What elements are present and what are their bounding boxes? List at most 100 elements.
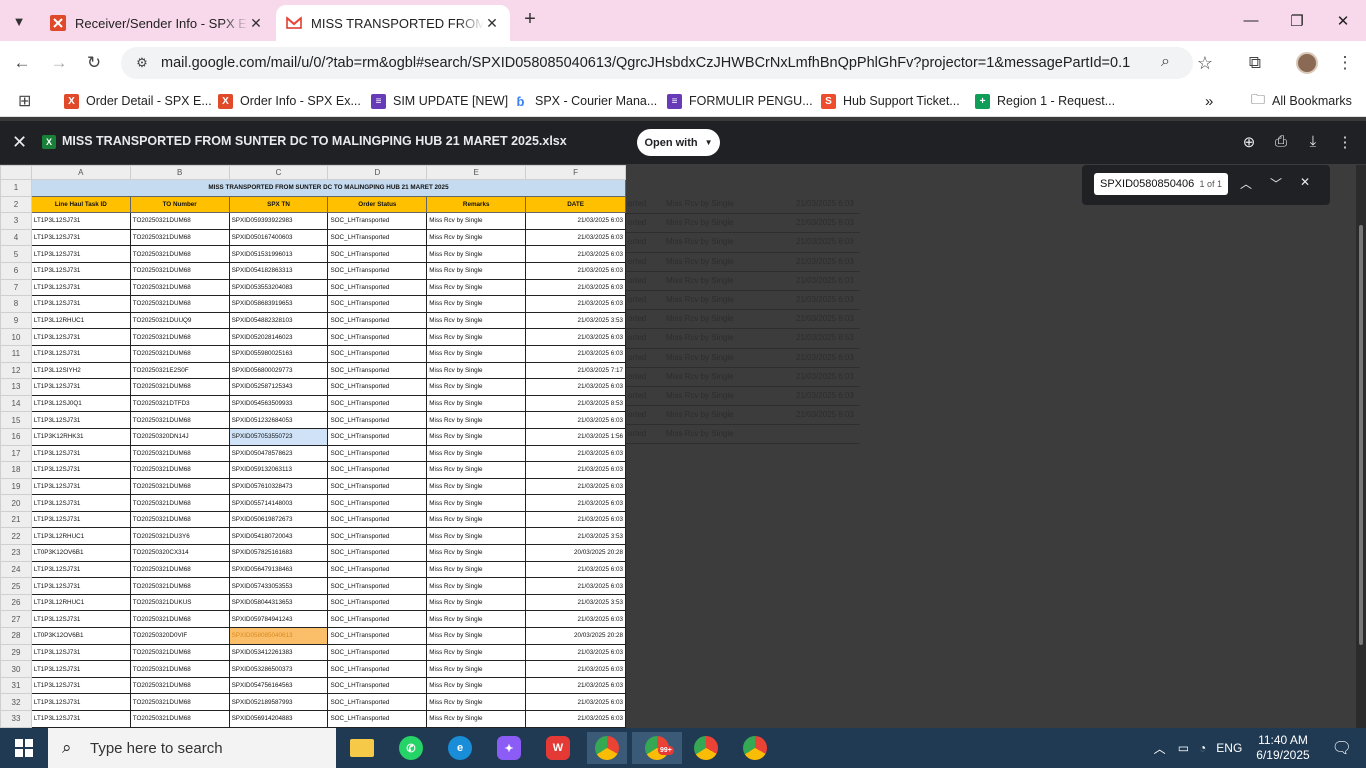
show-hidden-icons-chevron[interactable]: ︿ xyxy=(1154,740,1166,757)
table-cell: TO20250321DUM68 xyxy=(129,344,230,363)
row-number: 26 xyxy=(0,593,32,612)
table-row: 7 LT1P3L12SJ731 TO20250321DUM68 SPXID053553… xyxy=(0,278,626,297)
scrollbar-thumb[interactable] xyxy=(1359,225,1363,645)
extensions-puzzle-icon[interactable]: ⧉ xyxy=(1242,50,1268,76)
print-icon[interactable]: ⎙ xyxy=(1271,133,1291,150)
ghost-cell: 21/03/2025 6:03 xyxy=(796,314,854,324)
table-cell: LT1P3L12SJ731 xyxy=(30,278,131,297)
bookmark-spx-courier[interactable]: ɓ SPX - Courier Mana... xyxy=(513,92,657,110)
reload-icon[interactable]: ↻ xyxy=(81,50,107,76)
table-cell: 21/03/2025 6:03 xyxy=(525,560,626,579)
close-window-icon[interactable]: ✕ xyxy=(1320,0,1366,41)
table-cell: TO20250321DUM68 xyxy=(129,212,230,230)
menu-kebab-icon[interactable]: ⋮ xyxy=(1332,50,1358,76)
table-cell: Miss Rcv by Single xyxy=(426,245,527,263)
bookmark-formulir[interactable]: ≡ FORMULIR PENGU... xyxy=(667,92,813,110)
bookmark-hub-support[interactable]: S Hub Support Ticket... xyxy=(821,92,960,110)
wifi-icon[interactable]: ◔ xyxy=(1199,741,1206,755)
network-display-icon[interactable]: ▭ xyxy=(1178,741,1189,755)
table-cell: SOC_LHTransported xyxy=(327,494,428,512)
table-cell: SOC_LHTransported xyxy=(327,627,428,645)
bookmark-sim-update[interactable]: ≡ SIM UPDATE [NEW] xyxy=(371,92,508,110)
bookmark-region-1[interactable]: + Region 1 - Request... xyxy=(975,92,1115,110)
viewer-header: ✕ X MISS TRANSPORTED FROM SUNTER DC TO M… xyxy=(0,121,1366,164)
row-number: 7 xyxy=(0,278,32,297)
table-cell: SPXID057433053553 xyxy=(228,577,329,595)
table-row: 15 LT1P3L12SJ731 TO20250321DUM68 SPXID05123… xyxy=(0,411,626,429)
whatsapp-icon[interactable]: ✆ xyxy=(391,732,431,764)
zoom-magnifier-icon[interactable]: ⌕ xyxy=(1161,53,1170,71)
add-to-drive-icon[interactable]: ⊕ xyxy=(1239,133,1259,151)
copilot-icon[interactable]: ✦ xyxy=(489,732,529,764)
row-number: 6 xyxy=(0,261,32,280)
clock-date: 6/19/2025 xyxy=(1256,748,1310,762)
wps-office-icon[interactable]: W xyxy=(538,732,578,764)
dropdown-caret-icon: ▼ xyxy=(704,138,713,147)
new-tab-plus-icon[interactable]: + xyxy=(518,8,542,31)
tab-miss-transported[interactable]: MISS TRANSPORTED FROM SUNTER ✕ xyxy=(276,5,510,41)
close-find-icon[interactable]: ✕ xyxy=(1297,175,1313,189)
address-bar[interactable]: ⚙ mail.google.com/mail/u/0/?tab=rm&ogbl#… xyxy=(121,47,1193,79)
edge-icon[interactable]: e xyxy=(440,732,480,764)
apps-grid-icon[interactable]: ⊞ xyxy=(18,92,31,110)
table-cell: Miss Rcv by Single xyxy=(426,560,527,579)
row-number: 31 xyxy=(0,676,32,695)
file-explorer-icon[interactable] xyxy=(342,732,382,764)
find-previous-icon[interactable]: ︿ xyxy=(1238,175,1254,192)
windows-start-icon[interactable] xyxy=(0,728,48,768)
table-cell: TO20250321DUM68 xyxy=(129,278,230,297)
bookmark-label: Order Info - SPX Ex... xyxy=(240,94,361,108)
table-cell: Miss Rcv by Single xyxy=(426,394,527,413)
bookmark-order-detail[interactable]: X Order Detail - SPX E... xyxy=(64,92,212,110)
back-arrow-icon[interactable]: ← xyxy=(9,50,35,76)
table-cell: SPXID053412261383 xyxy=(228,643,329,662)
chrome-icon[interactable] xyxy=(686,732,726,764)
viewer-scrollbar[interactable] xyxy=(1356,165,1366,728)
table-cell: 21/03/2025 6:03 xyxy=(525,344,626,363)
site-info-tune-icon[interactable]: ⚙ xyxy=(131,55,153,71)
table-cell: 20/03/2025 20:28 xyxy=(525,627,626,645)
table-cell: Miss Rcv by Single xyxy=(426,676,527,695)
profile-avatar[interactable] xyxy=(1294,50,1320,76)
tab-search-chevron-icon[interactable]: ▼ xyxy=(6,8,32,34)
tab-title: MISS TRANSPORTED FROM SUNTER xyxy=(311,15,484,31)
table-cell: Miss Rcv by Single xyxy=(426,311,527,330)
ghost-row: orted Miss Rcv by Single 21/03/2025 6:03 xyxy=(626,291,860,311)
table-cell: SPXID055714148003 xyxy=(228,494,329,512)
all-bookmarks-folder[interactable]: 🗀 All Bookmarks xyxy=(1251,91,1352,110)
column-header-a: A xyxy=(30,165,131,180)
row-number: 25 xyxy=(0,577,32,595)
bookmark-star-icon[interactable]: ☆ xyxy=(1192,50,1218,76)
clock[interactable]: 11:40 AM 6/19/2025 xyxy=(1256,733,1309,763)
close-tab-icon[interactable]: ✕ xyxy=(248,15,264,32)
more-bookmarks-chevron[interactable]: » xyxy=(1205,92,1213,110)
bookmark-order-info[interactable]: X Order Info - SPX Ex... xyxy=(218,92,361,110)
find-input[interactable]: SPXID0580850406 1 of 1 xyxy=(1094,173,1228,195)
sheet-title-cell: MISS TRANSPORTED FROM SUNTER DC TO MALIN… xyxy=(30,179,626,197)
close-viewer-icon[interactable]: ✕ xyxy=(12,132,27,153)
find-next-icon[interactable]: ﹀ xyxy=(1268,175,1284,192)
notification-center-icon[interactable]: 🗨 xyxy=(1332,738,1352,758)
table-cell: LT1P3L12SJ731 xyxy=(30,378,131,396)
table-cell: SOC_LHTransported xyxy=(327,527,428,546)
tab-receiver-sender-info[interactable]: Receiver/Sender Info - SPX Expr ✕ xyxy=(40,5,274,41)
row-number: 10 xyxy=(0,328,32,346)
title-row: 1 MISS TRANSPORTED FROM SUNTER DC TO MALI… xyxy=(0,179,626,197)
download-icon[interactable]: ⤓ xyxy=(1303,133,1323,150)
table-cell: TO20250321DUM68 xyxy=(129,577,230,595)
chrome-k-profile-icon[interactable] xyxy=(735,732,775,764)
restore-icon[interactable]: ❐ xyxy=(1274,0,1320,41)
more-options-icon[interactable]: ⋮ xyxy=(1335,133,1355,151)
chrome-profile-badge-icon[interactable]: 99+ xyxy=(632,732,682,764)
minimize-icon[interactable]: — xyxy=(1228,0,1274,41)
table-cell: 21/03/2025 6:03 xyxy=(525,477,626,496)
close-tab-icon[interactable]: ✕ xyxy=(484,15,500,32)
chrome-icon[interactable] xyxy=(587,732,627,764)
open-with-button[interactable]: Open with ▼ xyxy=(637,129,720,156)
spx-x-icon: X xyxy=(64,93,79,109)
language-indicator[interactable]: ENG xyxy=(1216,741,1242,755)
table-cell: SPXID054563509933 xyxy=(228,394,329,413)
taskbar-search-box[interactable]: ⌕ Type here to search xyxy=(48,728,336,768)
forward-arrow-icon[interactable]: → xyxy=(46,50,72,76)
bookmarks-bar: ⊞ X Order Detail - SPX E... X Order Info -… xyxy=(0,85,1366,117)
